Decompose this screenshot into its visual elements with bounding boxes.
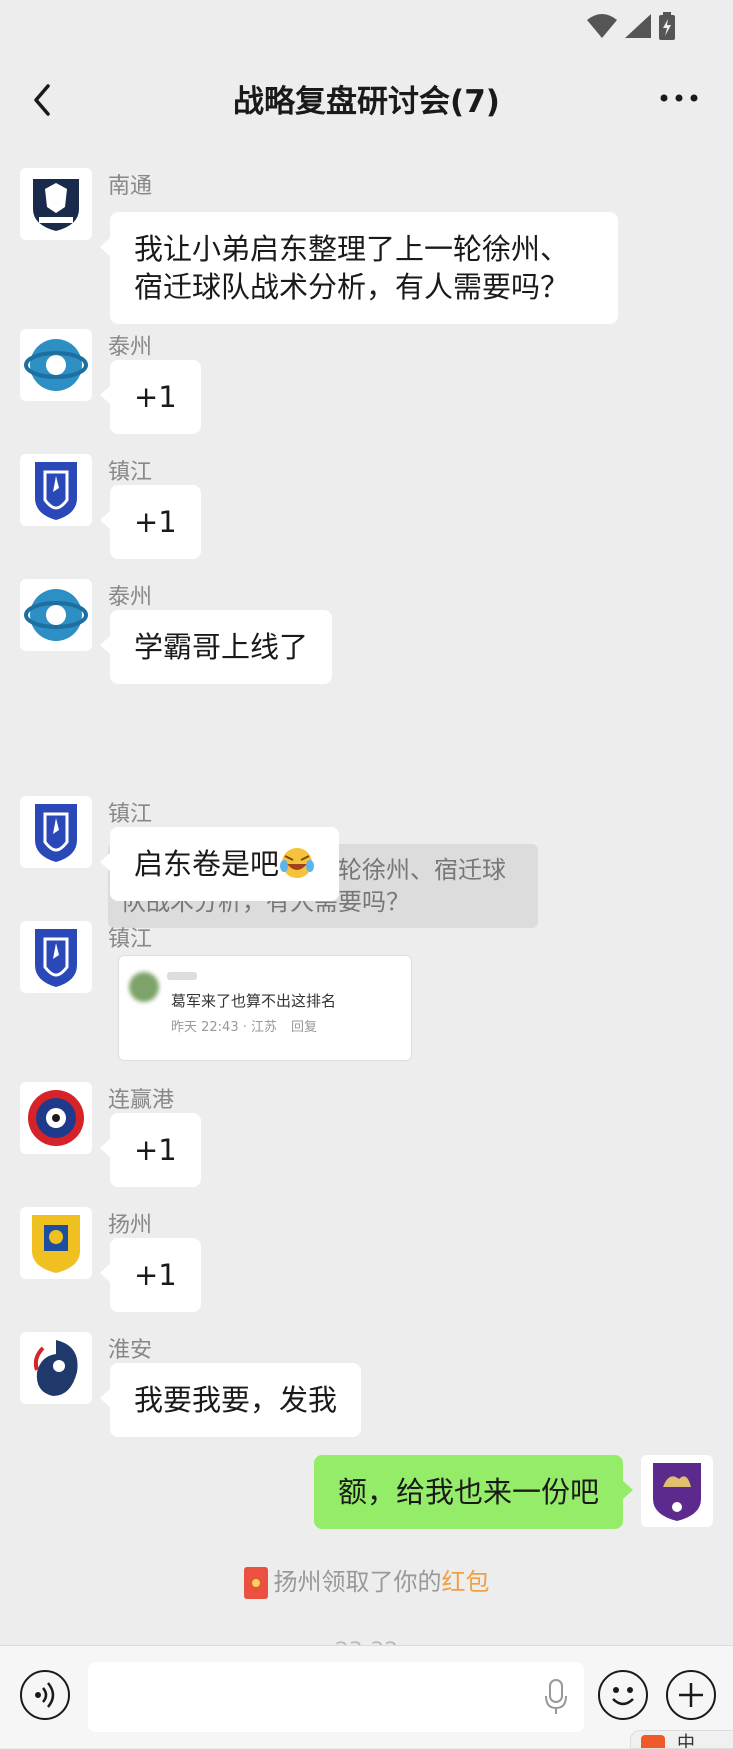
message-bubble[interactable]: 额，给我也来一份吧: [313, 1455, 634, 1529]
taizhou-logo-icon: [24, 589, 88, 641]
crying-laugh-emoji: [280, 848, 315, 878]
lianyungang-logo-icon: [28, 1090, 84, 1146]
more-icon[interactable]: [659, 92, 699, 104]
zhenjiang-logo-icon: [35, 804, 77, 862]
red-packet-icon: [243, 1567, 268, 1599]
message-bubble[interactable]: 我要我要，发我: [99, 1363, 362, 1437]
mic-icon[interactable]: [544, 1678, 568, 1716]
zhenjiang-logo-icon: [35, 462, 77, 520]
avatar[interactable]: [20, 168, 92, 240]
message-bubble[interactable]: +1: [100, 360, 201, 434]
avatar[interactable]: [20, 329, 92, 401]
huaian-logo-icon: [33, 1340, 78, 1396]
zhenjiang-logo-icon: [35, 929, 77, 987]
message-bubble[interactable]: 我让小弟启东整理了上一轮徐州、宿迁球队战术分析，有人需要吗？: [100, 212, 618, 324]
sender-name: 连赢港: [108, 1088, 175, 1113]
card-meta: 昨天 22:43 · 江苏 回复: [171, 1016, 317, 1035]
blurred-username: [167, 972, 197, 980]
emoji-icon: [612, 1687, 634, 1706]
message-text: 启东卷是吧: [134, 847, 280, 881]
yangzhou-logo-icon: [32, 1215, 80, 1273]
sender-name: 镇江: [108, 927, 153, 952]
avatar[interactable]: [20, 921, 92, 993]
plus-button[interactable]: [666, 1670, 716, 1720]
sender-name: 扬州: [108, 1213, 153, 1238]
avatar[interactable]: [20, 454, 92, 526]
system-message: 扬州领取了你的红包: [0, 1562, 733, 1599]
status-bar: [0, 0, 733, 48]
emoji-button[interactable]: [598, 1670, 648, 1720]
chat-header: 战略复盘研讨会(7): [0, 48, 733, 152]
avatar[interactable]: [20, 579, 92, 651]
sender-name: 镇江: [108, 802, 153, 827]
message-bubble[interactable]: +1: [100, 1238, 201, 1312]
voice-button[interactable]: [20, 1670, 70, 1720]
wifi-icon: [587, 14, 617, 38]
card-text: 葛军来了也算不出这排名: [171, 992, 337, 1010]
timestamp: 23:32: [0, 1637, 733, 1645]
message-input[interactable]: [88, 1662, 584, 1732]
sender-name: 镇江: [108, 460, 153, 485]
message-bubble[interactable]: +1: [100, 1113, 201, 1187]
signal-icon: [625, 14, 651, 38]
avatar[interactable]: [20, 796, 92, 868]
sender-name: 南通: [108, 174, 153, 199]
voice-icon: [35, 1682, 55, 1708]
avatar[interactable]: [641, 1455, 713, 1527]
nantong-logo-icon: [33, 179, 79, 231]
sender-name: 淮安: [108, 1338, 153, 1363]
ime-label: 中: [677, 1733, 695, 1749]
sender-name: 泰州: [108, 335, 153, 360]
nanjing-logo-icon: [653, 1463, 701, 1521]
avatar[interactable]: [20, 1207, 92, 1279]
red-packet-link[interactable]: 红包: [442, 1568, 490, 1596]
ime-toolbar[interactable]: 中: [630, 1730, 733, 1749]
battery-icon: [659, 12, 675, 40]
chat-area[interactable]: 南通 我让小弟启东整理了上一轮徐州、宿迁球队战术分析，有人需要吗？ 泰州 +1 …: [0, 152, 733, 1642]
system-text: 扬州领取了你的: [273, 1568, 442, 1596]
card-time: 昨天 22:43 · 江苏: [171, 1020, 277, 1035]
avatar[interactable]: [20, 1082, 92, 1154]
taizhou-logo-icon: [24, 339, 88, 391]
blurred-avatar: [129, 972, 159, 1002]
message-bubble[interactable]: +1: [100, 485, 201, 559]
message-bubble[interactable]: 学霸哥上线了: [99, 610, 333, 684]
image-card[interactable]: 葛军来了也算不出这排名 昨天 22:43 · 江苏 回复: [118, 955, 412, 1061]
message-bubble[interactable]: 启东卷是吧: [99, 827, 340, 901]
chat-title: 战略复盘研讨会(7): [233, 84, 500, 120]
plus-icon: [679, 1683, 703, 1707]
input-bar: [0, 1645, 733, 1748]
avatar[interactable]: [20, 1332, 92, 1404]
sender-name: 泰州: [108, 585, 153, 610]
card-reply: 回复: [291, 1020, 318, 1035]
